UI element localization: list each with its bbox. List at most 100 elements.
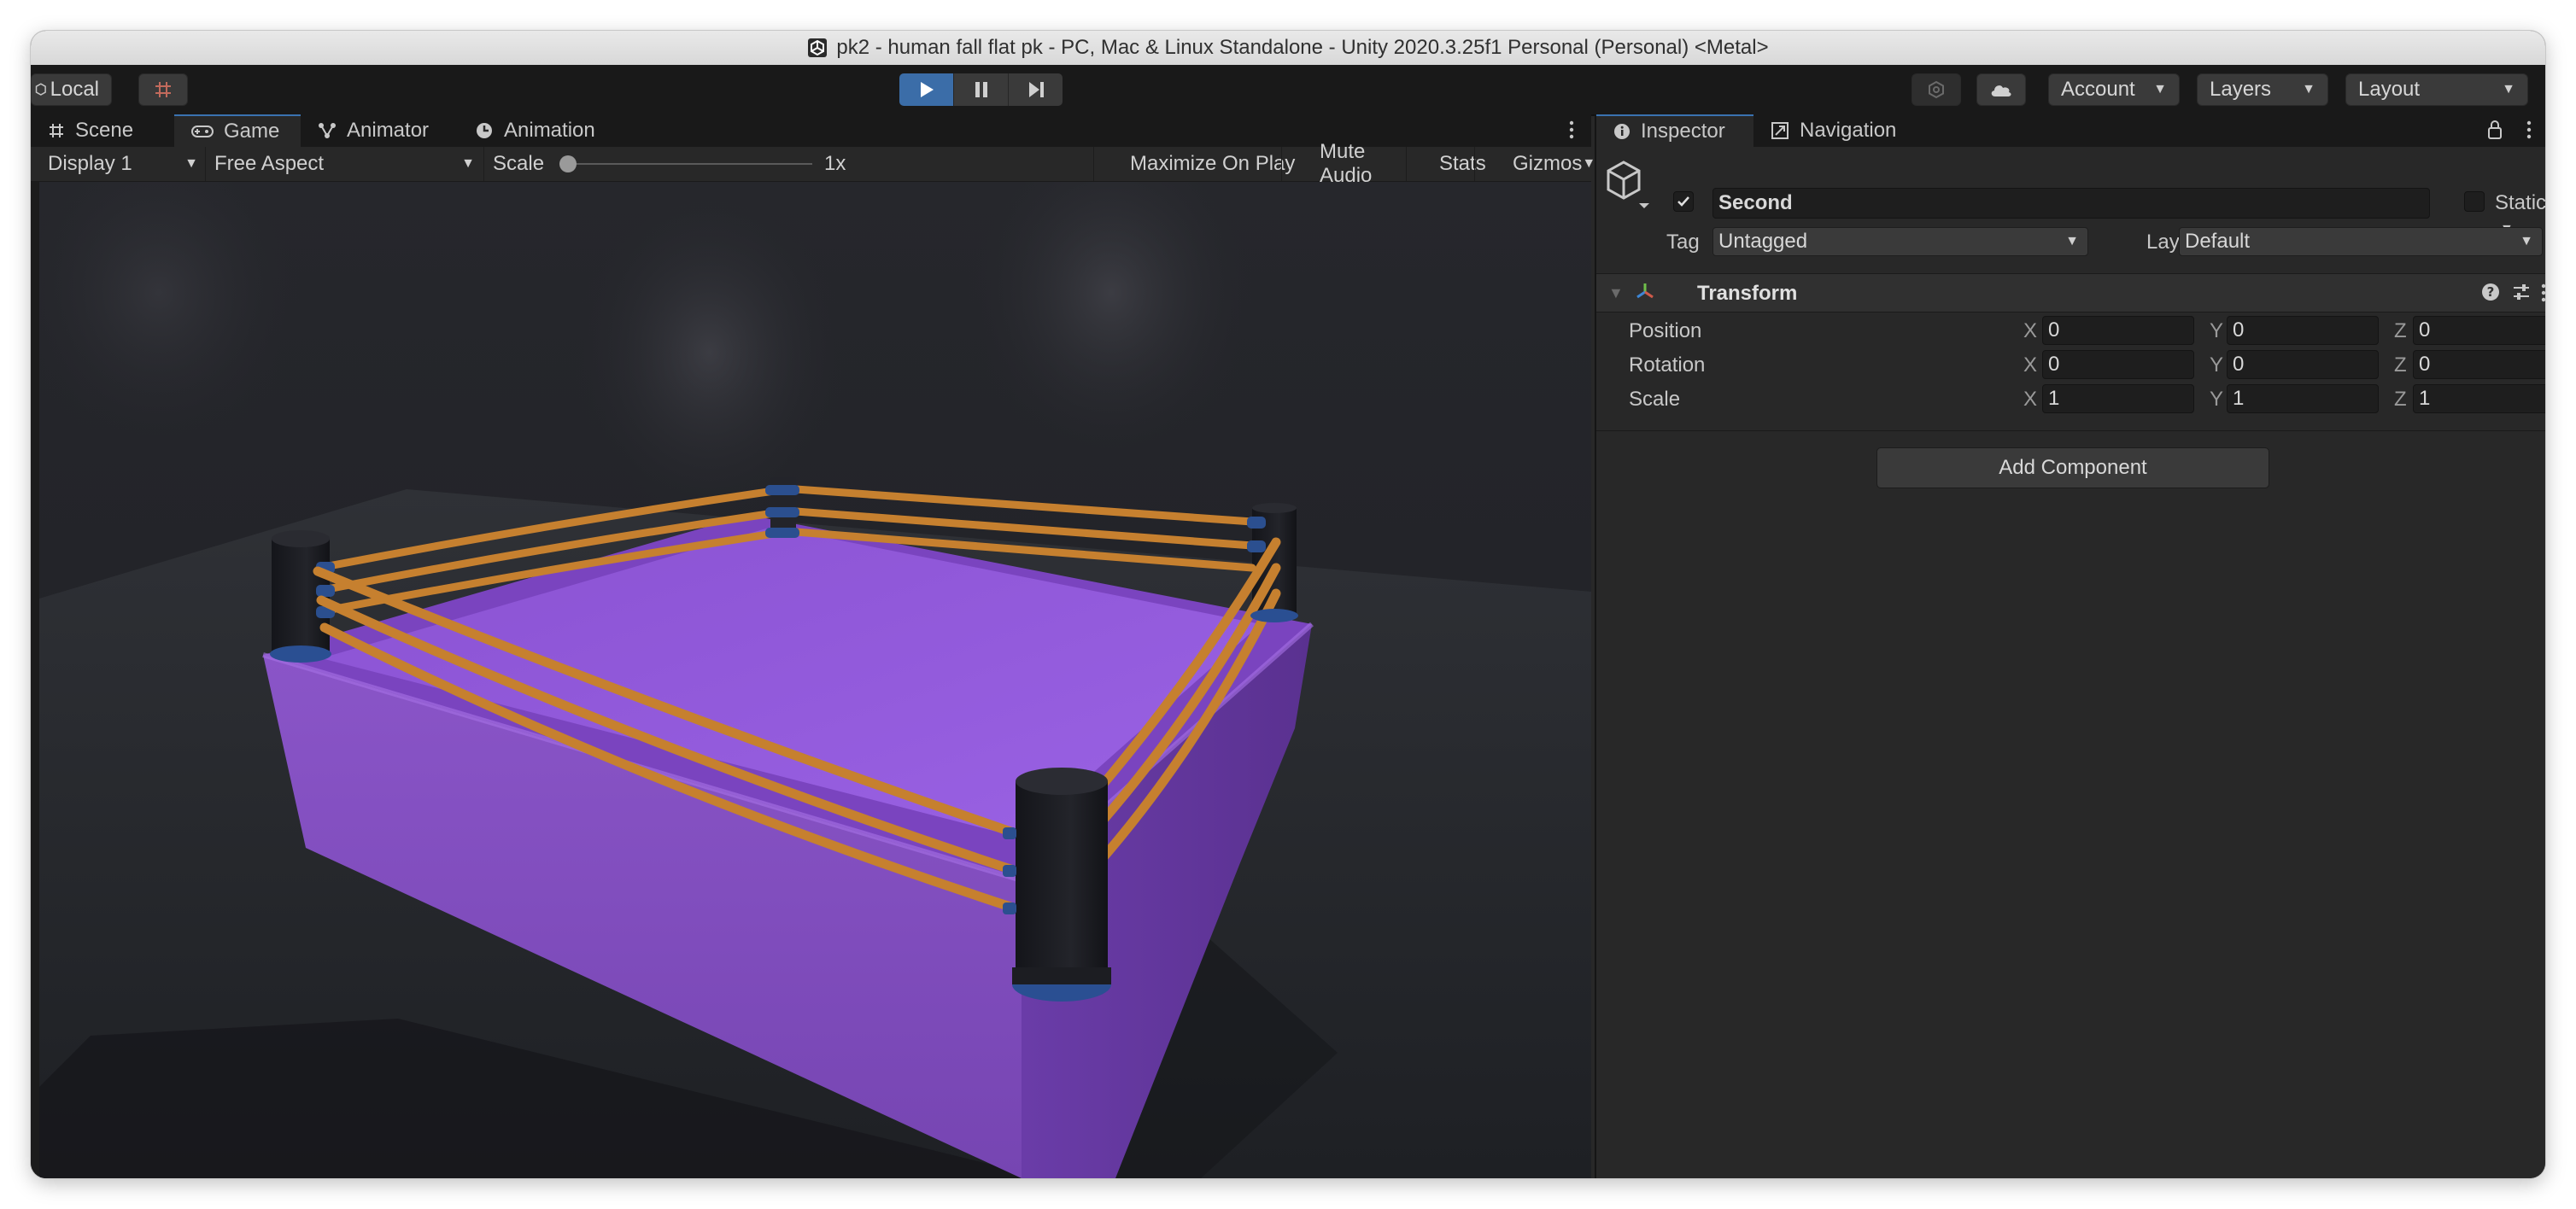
layers-dropdown[interactable]: Layers ▼ bbox=[2197, 73, 2328, 106]
scale-x-field[interactable]: 1 bbox=[2042, 384, 2194, 413]
static-checkbox[interactable] bbox=[2464, 191, 2485, 212]
layer-dropdown[interactable]: Default ▼ bbox=[2179, 227, 2543, 256]
cloud-icon bbox=[1991, 85, 2011, 96]
tab-inspector[interactable]: Inspector bbox=[1596, 114, 1753, 147]
tab-inspector-label: Inspector bbox=[1641, 120, 1725, 143]
transform-icon bbox=[1634, 281, 1656, 307]
transform-header[interactable]: ▼ Transform ? bbox=[1596, 273, 2545, 312]
info-icon bbox=[1613, 123, 1630, 140]
account-dropdown[interactable]: Account ▼ bbox=[2048, 73, 2180, 106]
chevron-down-icon: ▼ bbox=[2502, 82, 2515, 96]
scale-row-label: Scale bbox=[1629, 388, 1681, 411]
tag-dropdown[interactable]: Untagged ▼ bbox=[1712, 227, 2088, 256]
inspector-panel: Inspector Navigation Second Static Tag U… bbox=[1595, 114, 2545, 1178]
rotation-x-field[interactable]: 0 bbox=[2042, 350, 2194, 379]
step-button[interactable] bbox=[1009, 73, 1063, 106]
local-button[interactable]: Local bbox=[31, 73, 112, 106]
slider-thumb[interactable] bbox=[559, 155, 577, 172]
position-y-field[interactable]: 0 bbox=[2227, 316, 2379, 345]
object-name-input[interactable]: Second bbox=[1712, 188, 2430, 219]
snap-grid-button[interactable] bbox=[138, 73, 188, 106]
more-options-icon[interactable] bbox=[2541, 283, 2545, 307]
tab-animation-label: Animation bbox=[504, 119, 595, 142]
axis-z-label: Z bbox=[2394, 388, 2407, 411]
active-checkbox[interactable] bbox=[1673, 191, 1694, 212]
maximize-label: Maximize On Play bbox=[1130, 152, 1296, 175]
tab-navigation[interactable]: Navigation bbox=[1753, 114, 1924, 147]
chevron-down-icon: ▼ bbox=[1582, 156, 1596, 171]
rotation-z-field[interactable]: 0 bbox=[2413, 350, 2545, 379]
aspect-dropdown[interactable]: Free Aspect ▼ bbox=[205, 147, 482, 181]
more-options-icon[interactable] bbox=[2526, 120, 2532, 144]
scale-x-value: 1 bbox=[2048, 387, 2060, 410]
display-dropdown[interactable]: Display 1 ▼ bbox=[48, 147, 203, 181]
lock-icon[interactable] bbox=[2487, 120, 2503, 144]
svg-text:?: ? bbox=[2487, 284, 2495, 300]
scale-y-value: 1 bbox=[2233, 387, 2245, 410]
static-label: Static bbox=[2495, 191, 2545, 214]
scale-slider[interactable] bbox=[559, 155, 813, 172]
boxing-ring-render bbox=[39, 182, 1591, 1178]
position-z-field[interactable]: 0 bbox=[2413, 316, 2545, 345]
collab-button[interactable] bbox=[1912, 73, 1961, 106]
step-icon bbox=[1028, 82, 1044, 97]
axis-z-label: Z bbox=[2394, 319, 2407, 342]
tab-scene-label: Scene bbox=[75, 119, 134, 142]
local-label: Local bbox=[50, 78, 99, 101]
window-title: pk2 - human fall flat pk - PC, Mac & Lin… bbox=[836, 36, 1769, 59]
rotation-y-field[interactable]: 0 bbox=[2227, 350, 2379, 379]
object-name: Second bbox=[1718, 191, 1793, 214]
navigation-icon bbox=[1771, 121, 1789, 140]
rotation-y-value: 0 bbox=[2233, 353, 2245, 376]
gizmos-dropdown[interactable]: Gizmos ▼ bbox=[1474, 147, 1595, 181]
position-x-value: 0 bbox=[2048, 318, 2060, 342]
rotation-label: Rotation bbox=[1629, 353, 1706, 377]
add-component-button[interactable]: Add Component bbox=[1876, 447, 2269, 488]
unity-editor-window: pk2 - human fall flat pk - PC, Mac & Lin… bbox=[31, 31, 2545, 1178]
layout-label: Layout bbox=[2358, 78, 2421, 101]
foldout-arrow-icon[interactable]: ▼ bbox=[1608, 284, 1624, 302]
scale-label: Scale bbox=[493, 152, 545, 175]
presets-icon[interactable] bbox=[2512, 283, 2531, 306]
chevron-down-icon: ▼ bbox=[184, 156, 198, 171]
tab-navigation-label: Navigation bbox=[1800, 119, 1897, 142]
checkmark-icon bbox=[1677, 196, 1689, 207]
grid-icon bbox=[48, 122, 65, 139]
clock-icon bbox=[475, 121, 494, 140]
position-label: Position bbox=[1629, 319, 1702, 342]
scale-control: Scale 1x bbox=[483, 147, 1124, 181]
play-icon bbox=[920, 82, 934, 97]
transform-title: Transform bbox=[1697, 282, 1798, 305]
rotation-x-value: 0 bbox=[2048, 353, 2060, 376]
play-button[interactable] bbox=[899, 73, 954, 106]
cloud-button[interactable] bbox=[1976, 73, 2026, 106]
tab-animator[interactable]: Animator bbox=[301, 114, 458, 147]
more-options-icon[interactable] bbox=[1569, 120, 1574, 144]
scale-z-field[interactable]: 1 bbox=[2413, 384, 2545, 413]
tab-game[interactable]: Game bbox=[174, 114, 301, 147]
title-bar: pk2 - human fall flat pk - PC, Mac & Lin… bbox=[31, 31, 2545, 65]
scale-value: 1x bbox=[824, 152, 846, 175]
position-x-field[interactable]: 0 bbox=[2042, 316, 2194, 345]
tab-animation[interactable]: Animation bbox=[458, 114, 629, 147]
axis-y-label: Y bbox=[2210, 388, 2224, 411]
axis-z-label: Z bbox=[2394, 353, 2407, 377]
pause-button[interactable] bbox=[954, 73, 1009, 106]
account-label: Account bbox=[2061, 78, 2135, 101]
game-panel: Scene Game Animator Animation Display 1 … bbox=[31, 114, 1595, 1178]
slider-track bbox=[559, 163, 813, 165]
layout-dropdown[interactable]: Layout ▼ bbox=[2345, 73, 2528, 106]
mute-audio-toggle[interactable]: Mute Audio bbox=[1281, 140, 1406, 187]
scale-y-field[interactable]: 1 bbox=[2227, 384, 2379, 413]
aspect-label: Free Aspect bbox=[214, 152, 325, 175]
position-y-value: 0 bbox=[2233, 318, 2245, 342]
chevron-down-icon: ▼ bbox=[2520, 234, 2533, 248]
cube-pivot-icon bbox=[35, 83, 46, 96]
mute-label: Mute Audio bbox=[1320, 140, 1373, 187]
axis-x-label: X bbox=[2023, 319, 2038, 342]
axis-y-label: Y bbox=[2210, 353, 2224, 377]
tab-scene[interactable]: Scene bbox=[31, 114, 174, 147]
chevron-down-icon: ▼ bbox=[2153, 82, 2167, 96]
game-viewport[interactable] bbox=[39, 182, 1591, 1178]
help-icon[interactable]: ? bbox=[2481, 283, 2500, 306]
